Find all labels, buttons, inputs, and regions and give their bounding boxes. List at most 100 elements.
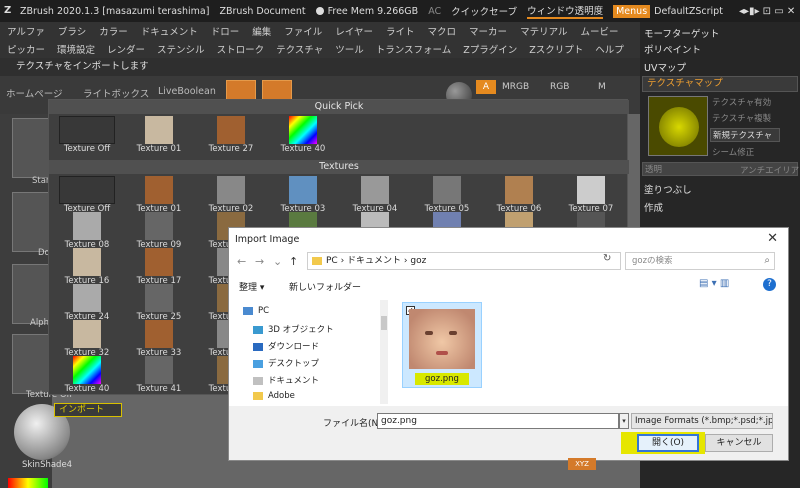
import-button[interactable]: インポート bbox=[54, 403, 122, 417]
texture-tile[interactable]: Texture 02 bbox=[199, 176, 263, 214]
back-arrow-icon[interactable]: ← bbox=[237, 255, 246, 268]
menu-item-1[interactable]: ブラシ bbox=[58, 24, 86, 38]
tree-item[interactable]: 3D オブジェクト bbox=[253, 323, 334, 335]
view-options-icon[interactable]: ▤ ▾ ▥ bbox=[699, 278, 729, 289]
close-icon[interactable]: ✕ bbox=[767, 231, 778, 246]
texture-thumb[interactable] bbox=[12, 334, 52, 394]
menu-item-2[interactable]: カラー bbox=[99, 24, 128, 38]
menu-item-5[interactable]: 編集 bbox=[252, 24, 271, 38]
menu-item-row2-10[interactable]: ヘルプ bbox=[595, 42, 624, 56]
texture-tile[interactable]: Texture 32 bbox=[55, 320, 119, 358]
fill-button[interactable]: 塗りつぶし bbox=[644, 182, 692, 196]
menu-item-8[interactable]: ライト bbox=[386, 24, 415, 38]
color-picker-strip[interactable] bbox=[8, 478, 48, 488]
mode-a-button[interactable]: A bbox=[476, 80, 496, 94]
texture-tile[interactable]: Texture 25 bbox=[127, 284, 191, 322]
texture-tile[interactable]: Texture 07 bbox=[559, 176, 623, 214]
texture-tile[interactable]: Texture 04 bbox=[343, 176, 407, 214]
help-icon[interactable]: ? bbox=[763, 278, 776, 291]
texture-tile[interactable]: Texture 40 bbox=[55, 356, 119, 394]
menu-item-row2-7[interactable]: トランスフォーム bbox=[376, 42, 452, 56]
menu-item-row2-2[interactable]: レンダー bbox=[107, 42, 145, 56]
texture-tile[interactable]: Texture 06 bbox=[487, 176, 551, 214]
texture-tile[interactable]: Texture 01 bbox=[127, 116, 191, 154]
transparency-toggle[interactable]: ウィンドウ透明度 bbox=[527, 3, 604, 19]
file-item-selected[interactable]: ✓ goz.png bbox=[402, 302, 482, 388]
tree-item[interactable]: PC bbox=[243, 306, 269, 316]
menu-item-0[interactable]: アルファ bbox=[7, 24, 45, 38]
tab-home[interactable]: ホームページ bbox=[6, 86, 63, 100]
tree-item[interactable]: ドキュメント bbox=[253, 374, 319, 386]
texture-tile[interactable]: Texture Off bbox=[55, 176, 119, 214]
organize-button[interactable]: 整理 ▾ bbox=[239, 280, 264, 293]
texture-tile[interactable]: Texture 01 bbox=[127, 176, 191, 214]
stroke-thumb[interactable] bbox=[12, 192, 52, 252]
menu-item-row2-6[interactable]: ツール bbox=[335, 42, 364, 56]
filename-input[interactable]: goz.png bbox=[377, 413, 619, 429]
texture-map-thumb[interactable] bbox=[648, 96, 708, 156]
menu-item-row2-3[interactable]: ステンシル bbox=[157, 42, 205, 56]
menu-item-11[interactable]: マテリアル bbox=[520, 24, 567, 38]
mode-m[interactable]: M bbox=[598, 82, 606, 92]
create-button[interactable]: 作成 bbox=[644, 200, 663, 214]
texture-enable-button[interactable]: テクスチャ有効 bbox=[710, 96, 780, 110]
menu-item-12[interactable]: ムービー bbox=[580, 24, 618, 38]
filename-dropdown-icon[interactable]: ▾ bbox=[619, 413, 629, 429]
tab-liveboolean[interactable]: LiveBoolean bbox=[158, 86, 216, 97]
tree-scrollbar[interactable] bbox=[380, 300, 388, 404]
tree-item[interactable]: デスクトップ bbox=[253, 357, 319, 369]
menu-item-row2-4[interactable]: ストローク bbox=[217, 42, 265, 56]
new-texture-button[interactable]: 新規テクスチャ bbox=[710, 128, 780, 142]
menu-item-3[interactable]: ドキュメント bbox=[141, 24, 198, 38]
polypaint-button[interactable]: ポリペイント bbox=[644, 42, 701, 56]
open-button[interactable]: 開く(O) bbox=[637, 434, 699, 452]
mode-mrgb[interactable]: MRGB bbox=[502, 82, 529, 92]
menus-button[interactable]: Menus bbox=[613, 4, 651, 18]
texture-tile[interactable]: Texture 24 bbox=[55, 284, 119, 322]
menu-item-10[interactable]: マーカー bbox=[469, 24, 507, 38]
texture-tile[interactable]: Texture 16 bbox=[55, 248, 119, 286]
xyz-button[interactable]: XYZ bbox=[568, 458, 596, 470]
texture-tile[interactable]: Texture 40 bbox=[271, 116, 335, 154]
scrollbar-thumb[interactable] bbox=[381, 316, 387, 330]
texture-tile[interactable]: Texture 41 bbox=[127, 356, 191, 394]
seam-fix-button[interactable]: シーム修正 bbox=[710, 146, 780, 160]
address-bar[interactable]: PC › ドキュメント › goz bbox=[307, 252, 621, 270]
menu-item-7[interactable]: レイヤー bbox=[335, 24, 373, 38]
window-controls[interactable]: ◂▸▮▸ ⊡ ▭ ✕ bbox=[739, 6, 795, 17]
tree-item[interactable]: Adobe bbox=[253, 391, 295, 401]
refresh-icon[interactable]: ↻ bbox=[603, 253, 611, 264]
search-input[interactable]: gozの検索 ⌕ bbox=[625, 252, 775, 270]
menu-item-row2-1[interactable]: 環境設定 bbox=[57, 42, 95, 56]
menu-item-4[interactable]: ドロー bbox=[211, 24, 240, 38]
document-label[interactable]: ZBrush Document bbox=[219, 6, 305, 17]
texture-tile[interactable]: Texture Off bbox=[55, 116, 119, 154]
tab-lightbox[interactable]: ライトボックス bbox=[83, 86, 149, 100]
menu-item-row2-0[interactable]: ピッカー bbox=[7, 42, 45, 56]
file-type-select[interactable]: Image Formats (*.bmp;*.psd;*.jp bbox=[631, 413, 773, 429]
texture-tile[interactable]: Texture 27 bbox=[199, 116, 263, 154]
tree-item[interactable]: ダウンロード bbox=[253, 340, 319, 352]
menu-item-9[interactable]: マクロ bbox=[428, 24, 457, 38]
uv-map-button[interactable]: UVマップ bbox=[644, 60, 686, 74]
up-arrow-icon[interactable]: ↑ bbox=[289, 255, 298, 268]
texture-map-header[interactable]: テクスチャマップ bbox=[642, 76, 798, 92]
texture-tile[interactable]: Texture 03 bbox=[271, 176, 335, 214]
mode-rgb[interactable]: RGB bbox=[550, 82, 569, 92]
script-label[interactable]: DefaultZScript bbox=[654, 6, 723, 17]
texture-tile[interactable]: Texture 17 bbox=[127, 248, 191, 286]
menu-item-row2-8[interactable]: Zプラグイン bbox=[463, 42, 517, 56]
cancel-button[interactable]: キャンセル bbox=[705, 434, 773, 452]
alpha-thumb[interactable] bbox=[12, 264, 52, 324]
quicksave-button[interactable]: クイックセーブ bbox=[451, 4, 517, 18]
morph-target-button[interactable]: モーフターゲット bbox=[644, 26, 719, 40]
texture-tile[interactable]: Texture 08 bbox=[55, 212, 119, 250]
texture-clone-button[interactable]: テクスチャ複製 bbox=[710, 112, 780, 126]
menu-item-row2-9[interactable]: Zスクリプト bbox=[529, 42, 583, 56]
forward-arrow-icon[interactable]: → bbox=[255, 255, 264, 268]
new-folder-button[interactable]: 新しいフォルダー bbox=[289, 280, 361, 293]
texture-tile[interactable]: Texture 33 bbox=[127, 320, 191, 358]
texture-tile[interactable]: Texture 05 bbox=[415, 176, 479, 214]
brush-thumb[interactable] bbox=[12, 118, 52, 178]
texture-tile[interactable]: Texture 09 bbox=[127, 212, 191, 250]
